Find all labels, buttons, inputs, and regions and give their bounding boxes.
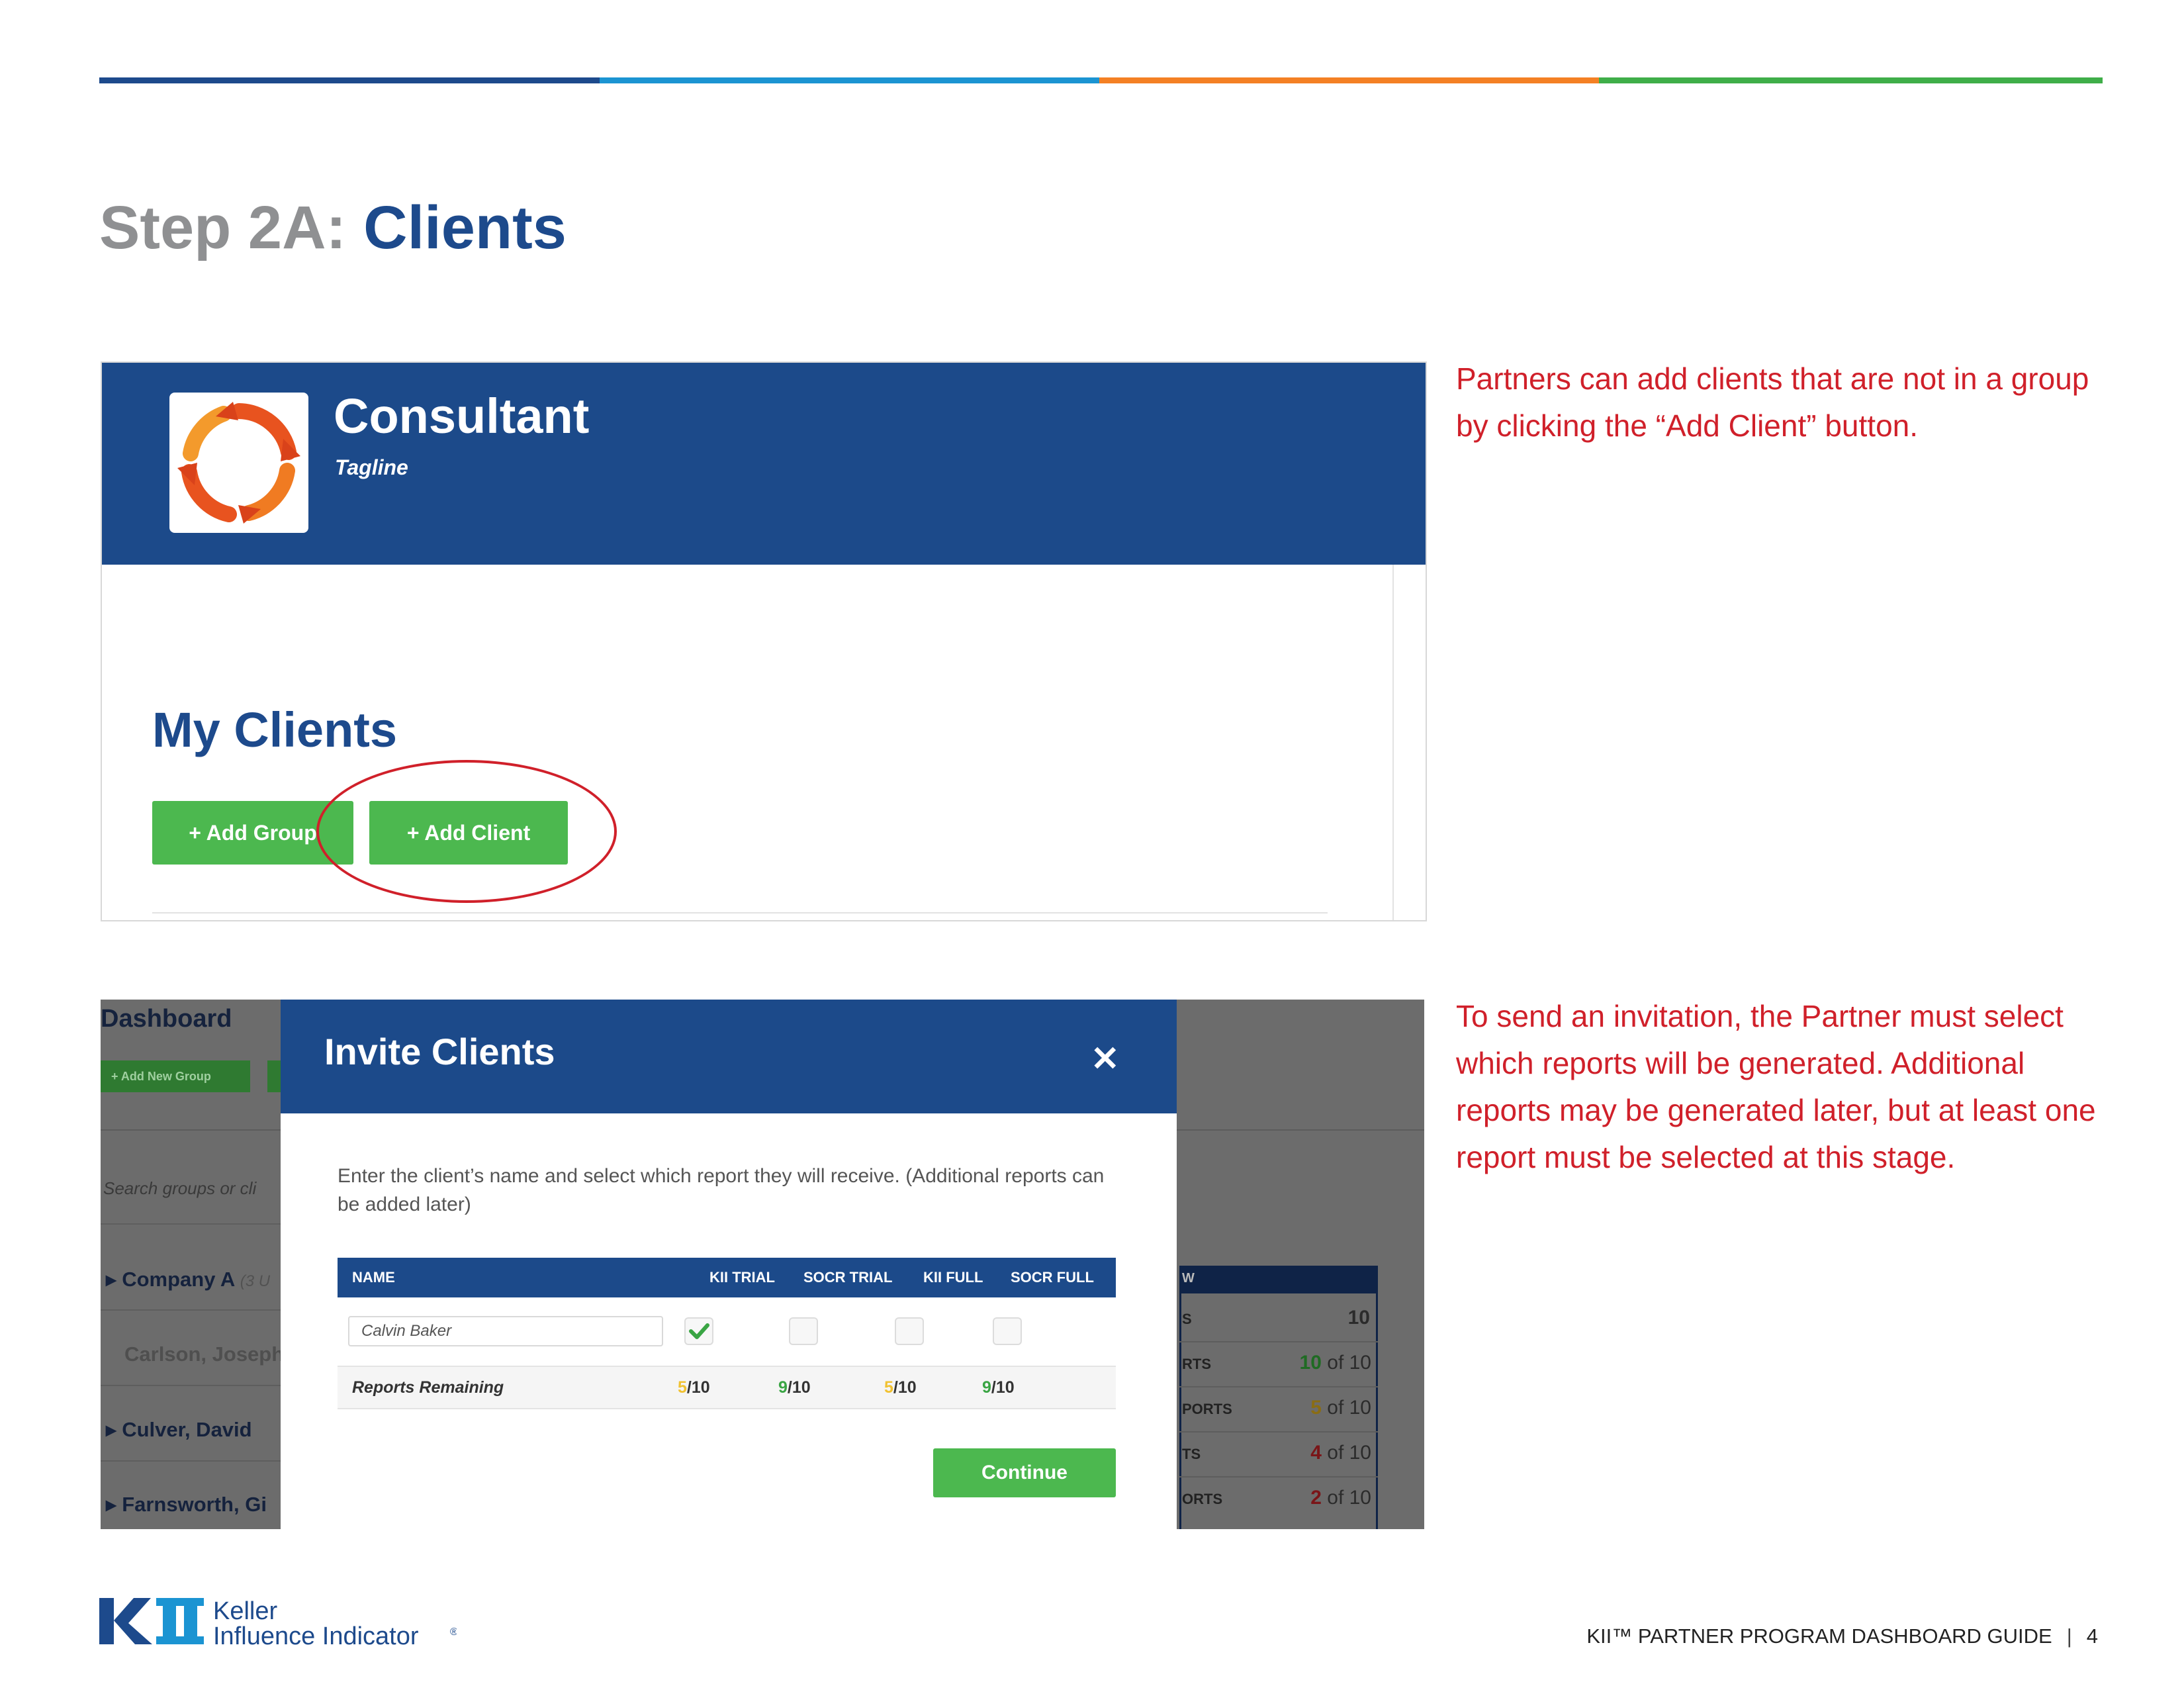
- divider: [1179, 1341, 1378, 1342]
- socr-trial-checkbox[interactable]: [789, 1317, 818, 1345]
- divider: [101, 1309, 281, 1311]
- page-title: Step 2A: Clients: [99, 193, 567, 263]
- my-clients-screenshot: Consultant Tagline My Clients + Add Grou…: [101, 361, 1427, 921]
- panel-header-label: W: [1182, 1271, 1195, 1286]
- header-rule-green: [1599, 77, 2103, 83]
- divider: [1179, 1386, 1378, 1387]
- client-name: Culver, David: [122, 1418, 252, 1441]
- header-rule-blue: [99, 77, 600, 83]
- remaining-count: 9: [982, 1378, 991, 1397]
- kii-full-checkbox[interactable]: [895, 1317, 924, 1345]
- logo-registered-mark: ®: [450, 1626, 457, 1638]
- total-count: of 10: [1327, 1397, 1371, 1419]
- remaining-total: /10: [787, 1378, 811, 1397]
- logo-line1: Keller: [213, 1597, 277, 1625]
- report-table-header: NAME KII TRIAL SOCR TRIAL KII FULL SOCR …: [338, 1258, 1116, 1297]
- panel-row-label: RTS: [1182, 1356, 1211, 1372]
- socr-trial-remaining: 9/10: [778, 1378, 811, 1397]
- client-name: Farnsworth, Gi: [122, 1493, 267, 1516]
- step-title: Clients: [363, 194, 567, 261]
- divider: [1179, 1476, 1378, 1477]
- divider: [101, 1223, 281, 1225]
- kii-full-remaining: 5/10: [884, 1378, 917, 1397]
- used-count: 4: [1310, 1442, 1322, 1464]
- footer-guide-title: KII™ PARTNER PROGRAM DASHBOARD GUIDE | 4: [1586, 1624, 2098, 1648]
- footer-separator: |: [2066, 1624, 2072, 1648]
- dashboard-title: Dashboard: [101, 1005, 232, 1033]
- step-label: Step 2A:: [99, 194, 347, 261]
- modal-title: Invite Clients: [324, 1031, 555, 1072]
- my-clients-heading: My Clients: [152, 702, 398, 757]
- panel-row-value: 5 of 10: [1310, 1397, 1371, 1419]
- header-rule-orange: [1099, 77, 1599, 83]
- note-add-client: Partners can add clients that are not in…: [1456, 361, 2089, 443]
- panel-row-value: 2 of 10: [1310, 1487, 1371, 1509]
- report-summary-header: W: [1179, 1266, 1378, 1293]
- expand-triangle-icon: ▸: [106, 1493, 122, 1516]
- divider: [152, 912, 1328, 914]
- client-row[interactable]: ▸ Culver, David: [106, 1418, 252, 1442]
- total-count: of 10: [1327, 1352, 1371, 1374]
- continue-button[interactable]: Continue: [933, 1448, 1116, 1497]
- guide-title: KII™ PARTNER PROGRAM DASHBOARD GUIDE: [1586, 1624, 2052, 1648]
- page-number: 4: [2086, 1624, 2098, 1648]
- close-icon[interactable]: ✕: [1091, 1039, 1120, 1079]
- panel-row-label: ORTS: [1182, 1491, 1223, 1507]
- client-row[interactable]: ▸ Farnsworth, Gi: [106, 1493, 267, 1517]
- panel-row-label: TS: [1182, 1446, 1201, 1462]
- divider: [101, 1385, 281, 1386]
- remaining-total: /10: [893, 1378, 917, 1397]
- client-row[interactable]: Carlson, Joseph: [124, 1342, 284, 1366]
- used-count: 5: [1310, 1397, 1322, 1419]
- expand-triangle-icon: ▸: [106, 1418, 122, 1441]
- total-count: of 10: [1327, 1442, 1371, 1464]
- circular-arrows-logo-icon: [169, 393, 308, 533]
- invite-clients-modal: Invite Clients ✕ Enter the client’s name…: [281, 1000, 1177, 1529]
- modal-description: Enter the client’s name and select which…: [338, 1165, 1105, 1215]
- group-row[interactable]: ▸ Company A (3 U: [106, 1268, 270, 1291]
- panel-row-label: PORTS: [1182, 1401, 1232, 1417]
- panel-row-value: 4 of 10: [1310, 1442, 1371, 1464]
- remaining-count: 5: [884, 1378, 893, 1397]
- socr-full-remaining: 9/10: [982, 1378, 1015, 1397]
- used-count: 2: [1310, 1487, 1322, 1509]
- divider: [1392, 565, 1394, 920]
- consultant-tagline: Tagline: [335, 455, 408, 479]
- logo-line2: Influence Indicator: [213, 1622, 419, 1650]
- panel-row-value: 10: [1347, 1307, 1370, 1329]
- reports-remaining-label: Reports Remaining: [352, 1378, 504, 1397]
- panel-row-label: S: [1182, 1311, 1192, 1327]
- checkmark-icon: [689, 1323, 709, 1339]
- group-user-count: (3 U: [240, 1272, 271, 1290]
- column-header-socr-trial: SOCR TRIAL: [803, 1269, 893, 1286]
- search-input[interactable]: Search groups or cli: [103, 1178, 256, 1199]
- group-name: Company A: [122, 1268, 235, 1291]
- divider: [101, 1460, 281, 1462]
- kii-trial-remaining: 5/10: [678, 1378, 710, 1397]
- remaining-count: 9: [778, 1378, 788, 1397]
- kii-logo: Keller Influence Indicator ®: [99, 1594, 458, 1653]
- kii-trial-checkbox[interactable]: [684, 1317, 713, 1345]
- note-invite-reports: To send an invitation, the Partner must …: [1456, 999, 2096, 1174]
- remaining-count: 5: [678, 1378, 687, 1397]
- invite-clients-screenshot: Dashboard + Add New Group Search groups …: [101, 1000, 1424, 1529]
- column-header-kii-trial: KII TRIAL: [709, 1269, 775, 1286]
- header-rule-light-blue: [600, 77, 1099, 83]
- panel-row-value: 10 of 10: [1300, 1352, 1371, 1374]
- divider: [1179, 1431, 1378, 1432]
- column-header-name: NAME: [352, 1269, 395, 1286]
- highlight-ellipse: [316, 760, 617, 903]
- consultant-name: Consultant: [334, 389, 590, 444]
- client-name-input[interactable]: Calvin Baker: [348, 1316, 663, 1346]
- remaining-total: /10: [991, 1378, 1015, 1397]
- used-count: 10: [1299, 1352, 1322, 1374]
- total-count: of 10: [1327, 1487, 1371, 1509]
- remaining-total: /10: [686, 1378, 710, 1397]
- column-header-socr-full: SOCR FULL: [1011, 1269, 1094, 1286]
- expand-triangle-icon: ▸: [106, 1268, 122, 1291]
- socr-full-checkbox[interactable]: [993, 1317, 1022, 1345]
- add-new-group-button[interactable]: + Add New Group: [101, 1060, 250, 1092]
- column-header-kii-full: KII FULL: [923, 1269, 983, 1286]
- divider: [338, 1408, 1116, 1409]
